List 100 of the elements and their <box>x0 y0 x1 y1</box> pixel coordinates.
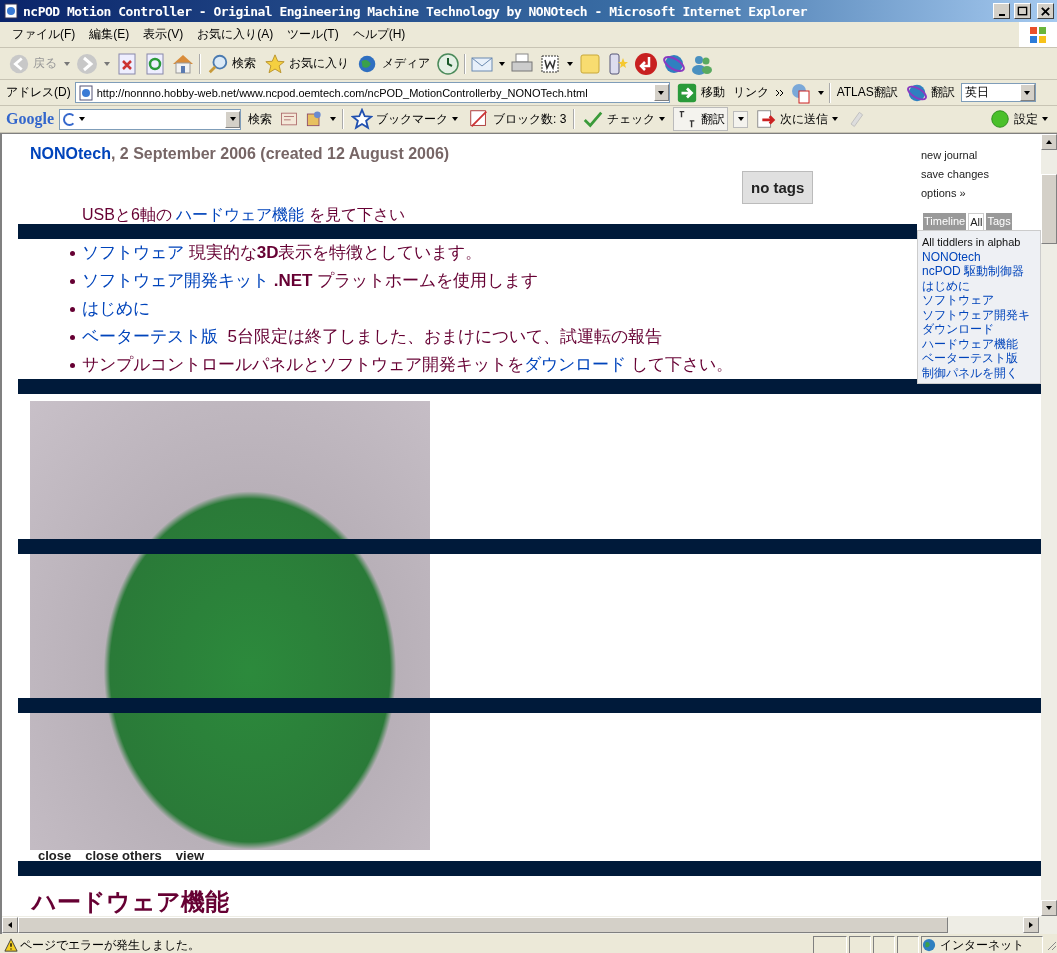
page-icon <box>77 84 94 101</box>
menu-item[interactable]: ファイル(F) <box>6 24 82 45</box>
intro-text: を見て下さい <box>307 206 405 223</box>
tiddler-link[interactable]: ダウンロード <box>922 322 1040 337</box>
maximize-button[interactable] <box>1014 3 1031 19</box>
blocked-window-icon <box>468 108 490 130</box>
author-link[interactable]: NONOtech <box>30 145 111 162</box>
page-link[interactable]: ハードウェア機能 <box>176 206 305 223</box>
minimize-button[interactable] <box>993 3 1010 19</box>
down-arrow-icon[interactable] <box>1045 904 1053 912</box>
bullet-dot <box>70 251 75 256</box>
sidebar-command-link[interactable]: save changes <box>917 165 1041 184</box>
sidebar-command-link[interactable]: options » <box>917 184 1041 203</box>
up-arrow-icon[interactable] <box>1045 138 1053 146</box>
caret-icon <box>1041 115 1049 123</box>
refresh-icon[interactable] <box>143 51 167 76</box>
send-page-icon <box>755 108 778 130</box>
left-arrow-icon[interactable] <box>6 921 14 929</box>
bullet-dot <box>70 307 75 312</box>
chevron-icon[interactable] <box>774 88 785 97</box>
google-search-button[interactable]: 検索 <box>246 110 274 128</box>
security-zone: インターネット <box>921 936 1043 953</box>
page-link[interactable]: ダウンロード <box>524 355 626 374</box>
caret-icon <box>1023 88 1032 97</box>
menu-item[interactable]: ツール(T) <box>281 24 345 45</box>
links-button[interactable]: リンク <box>730 84 771 101</box>
caret-icon <box>451 115 459 123</box>
caret-icon <box>657 88 666 97</box>
caret-icon[interactable] <box>566 59 574 68</box>
page-link[interactable]: ベーターテスト版 <box>82 327 218 346</box>
bullet-text: .NET プラットホームを使用します <box>272 271 539 290</box>
tiddler-link[interactable]: NONOtech <box>922 249 1040 264</box>
star-icon <box>264 52 286 75</box>
caret-icon <box>78 115 86 123</box>
caret-icon[interactable] <box>816 88 825 97</box>
page-link[interactable]: ソフトウェア <box>82 243 184 262</box>
maximize-icon <box>1017 5 1028 17</box>
tags-button[interactable]: no tags <box>742 171 814 204</box>
status-dot-icon <box>989 108 1011 130</box>
history-icon[interactable] <box>436 51 460 76</box>
bookmarks-button[interactable]: ブックマーク <box>349 108 461 130</box>
tiddler-link[interactable]: 制御パネルを開く <box>922 365 1040 380</box>
list-title: All tiddlers in alphab <box>922 235 1022 250</box>
settings-button[interactable]: 設定 <box>987 108 1051 130</box>
caret-icon[interactable] <box>329 115 337 123</box>
horizontal-scrollbar[interactable] <box>0 916 1057 934</box>
menu-item[interactable]: 編集(E) <box>83 24 136 45</box>
favorites-button[interactable]: お気に入り <box>262 52 351 75</box>
google-search-field[interactable] <box>59 108 241 130</box>
popup-blocker-button[interactable]: ブロック数: 3 <box>466 108 569 130</box>
search-button[interactable]: 検索 <box>205 52 258 75</box>
windows-logo <box>1028 24 1048 45</box>
scrollbar-thumb[interactable] <box>1041 174 1057 244</box>
dropdown-button[interactable] <box>653 84 669 101</box>
right-arrow-icon[interactable] <box>1027 921 1035 929</box>
puzzle-icon[interactable] <box>304 109 324 129</box>
menu-item[interactable]: お気に入り(A) <box>191 24 280 45</box>
tiddler-link[interactable]: ncPOD 駆動制御器 <box>922 264 1040 279</box>
bullet-dot <box>70 363 75 368</box>
go-button[interactable]: 移動 <box>673 81 727 104</box>
sidebar-command-link[interactable]: new journal <box>917 146 1041 165</box>
stop-icon[interactable] <box>115 51 139 76</box>
tiddler-command-link[interactable]: view <box>175 851 205 861</box>
bullet-text: 5台限定は終了しました、おまけについて、試運転の報告 <box>226 327 662 346</box>
scrollbar-thumb[interactable] <box>18 917 948 933</box>
warning-icon <box>4 938 18 952</box>
dropdown-button[interactable] <box>225 110 240 128</box>
browser-page-icon <box>3 3 19 19</box>
close-icon <box>1040 5 1051 17</box>
bullet-text: サンプルコントロールパネルとソフトウェア開発キットを <box>82 355 524 374</box>
tiddler-link[interactable]: はじめに <box>922 278 1040 293</box>
sidebar-tab[interactable]: All <box>968 213 985 230</box>
translate-dropdown[interactable] <box>733 110 749 128</box>
tiddler-command-link[interactable]: close others <box>85 851 162 861</box>
search-icon <box>207 52 229 75</box>
google-translate-button[interactable]: 翻訳 <box>673 107 729 131</box>
translate-button[interactable]: 翻訳 <box>903 81 957 104</box>
resize-grip-icon[interactable] <box>1045 939 1057 951</box>
close-button[interactable] <box>1037 3 1054 19</box>
spell-check-button[interactable]: チェック <box>580 108 669 130</box>
language-select[interactable]: 英日 <box>960 83 1036 102</box>
phone-star-icon[interactable] <box>606 51 630 76</box>
page-link[interactable]: ソフトウェア開発キット <box>82 271 269 290</box>
tiddler-link[interactable]: ベーターテスト版 <box>922 351 1040 366</box>
menu-item[interactable]: 表示(V) <box>137 24 190 45</box>
address-field[interactable]: http://nonnno.hobby-web.net/www.ncpod.oemtech.com/ncPOD_MotionControllerby_NONOTech.html <box>74 82 670 103</box>
tiddler-link[interactable]: ハードウェア機能 <box>922 336 1040 351</box>
tiddler-command-link[interactable]: close <box>38 851 72 861</box>
media-button[interactable]: メディア <box>355 52 432 75</box>
status-panel <box>873 936 895 953</box>
send-to-button[interactable]: 次に送信 <box>753 108 842 130</box>
tiddler-link[interactable]: ソフトウェア <box>922 293 1040 308</box>
status-panel <box>813 936 847 953</box>
tiddler-link[interactable]: ソフトウェア開発キ <box>922 307 1040 322</box>
atlas-translate-button[interactable]: ATLAS翻訳 <box>834 84 900 101</box>
menu-item[interactable]: ヘルプ(H) <box>346 24 412 45</box>
vertical-scrollbar[interactable] <box>1041 134 1057 916</box>
caret-icon <box>736 115 745 123</box>
caret-icon[interactable] <box>498 59 506 68</box>
page-link[interactable]: はじめに <box>82 299 150 318</box>
